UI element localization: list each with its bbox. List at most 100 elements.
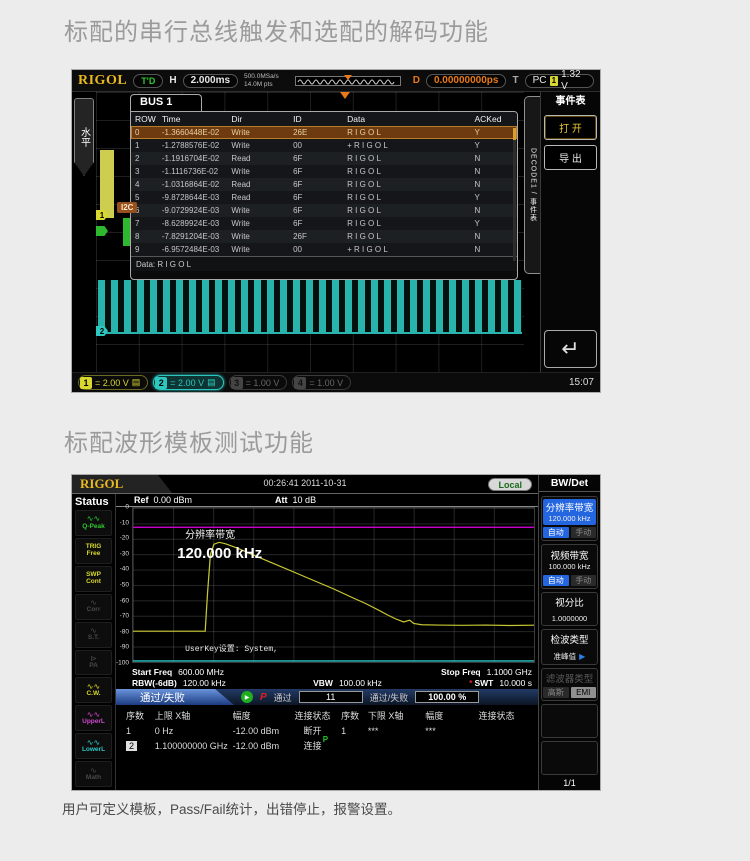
delay-label: D [413, 75, 420, 86]
sa-topbar: RIGOL 00:26:41 2011-10-31 Local [72, 475, 538, 494]
table-row: 6-9.0729924E-03Write6FR I G O LN [131, 204, 517, 217]
frequency-info: Start Freq600.00 MHz Stop Freq1.1000 GHz… [116, 666, 538, 689]
timestamp: 00:26:41 2011-10-31 [264, 478, 347, 488]
spectrum-graph: Ref0.00 dBm Att10 dB 0 -10 -20 -30 -40 -… [116, 494, 538, 666]
channel-3-status[interactable]: 3 = 1.00 V [229, 375, 288, 390]
status-lower-limit: ∿∿LowerL [75, 733, 112, 759]
table-row: 2-1.1916704E-02Read6FR I G O LN [131, 152, 517, 165]
vr-ratio-button[interactable]: 视分比 1.0000000 [541, 592, 598, 626]
event-table-footer: Data: R I G O L [131, 256, 517, 271]
section-heading-template-test: 标配波形模板测试功能 [64, 423, 314, 458]
userkey-message: UserKey设置: System, [185, 643, 278, 654]
osc-statusbar: RIGOL T'D H 2.000ms 500.0MSa/s 14.0M pts… [72, 70, 600, 92]
softmenu-title: BW/Det [539, 475, 600, 492]
event-table-overlay: BUS 1 ROW Time Dir ID Data ACKed 0-1.366… [130, 94, 518, 280]
rbw-auto-toggle[interactable]: 自动 [543, 527, 569, 538]
rbw-button[interactable]: 分辨率带宽 120.000 kHz 自动 手动 [541, 496, 598, 541]
ref-att-row: Ref0.00 dBm Att10 dB [116, 494, 538, 507]
table-row: 3-1.1116736E-02Write6FR I G O LN [131, 165, 517, 178]
event-table: ROW Time Dir ID Data ACKed 0-1.3660448E-… [130, 111, 518, 280]
status-swp-cont: SWPCont [75, 566, 112, 592]
memory-trigger-marker-icon [344, 75, 352, 84]
play-icon[interactable]: ▶ [241, 691, 253, 703]
detector-type-button[interactable]: 检波类型 准峰值▶ [541, 629, 598, 665]
pass-label: 通过 [274, 691, 292, 704]
memory-position-bar[interactable] [295, 76, 401, 86]
passfail-bar: 通过/失败 ▶ P 通过 11 通过/失败 100.00 % [116, 689, 538, 705]
table-row: 7-8.6289924E-03Write6FR I G O LY [131, 217, 517, 230]
table-row: 1-1.2788576E-02Write00+ R I G O LY [131, 139, 517, 152]
table-row: 9-6.9572484E-03Write00+ R I G O LN [131, 243, 517, 256]
trigger-status-badge: T'D [133, 74, 163, 88]
channel-2-status[interactable]: 2 = 2.00 V ▤ [153, 375, 223, 390]
local-badge[interactable]: Local [488, 478, 532, 491]
table-row: 5-9.8728644E-03Read6FR I G O LY [131, 191, 517, 204]
trigger-label: T [512, 75, 518, 86]
decode-marker-icon[interactable] [96, 226, 108, 236]
limits-table-header: 序数 上限 X轴 幅度 连接状态 序数 下限 X轴 幅度 连接状态 [126, 708, 536, 723]
status-st: ∿S.T. [75, 622, 112, 648]
status-pa: ⊳PA [75, 650, 112, 676]
decode-menu-tab[interactable]: DECODE1 / 事件表 [524, 96, 540, 274]
filter-type-button: 滤波器类型 高斯 EMI [541, 668, 598, 701]
pass-ratio: 100.00 % [415, 691, 479, 703]
trigger-channel-badge: 1 [550, 76, 559, 86]
channel-4-status[interactable]: 4 = 1.00 V [292, 375, 351, 390]
pass-marker: P [323, 735, 328, 744]
pause-flag: P [260, 692, 267, 703]
rbw-overlay-title: 分辨率带宽 [185, 526, 235, 541]
spectrum-analyzer-screenshot: RIGOL 00:26:41 2011-10-31 Local Status ∿… [72, 475, 600, 790]
trigger-info-badge[interactable]: PC 1 1.32 V [525, 74, 594, 88]
acquisition-info: 500.0MSa/s 14.0M pts [244, 73, 279, 87]
clock: 15:07 [569, 377, 594, 388]
open-button[interactable]: 打 开 [544, 115, 597, 140]
page-indicator: 1/1 [541, 778, 598, 788]
left-tab-strip: 水平 [72, 92, 96, 372]
rbw-manual-toggle[interactable]: 手动 [571, 527, 597, 538]
softmenu-title: 事件表 [544, 94, 597, 110]
bwdet-softmenu: BW/Det 分辨率带宽 120.000 kHz 自动 手动 视频带宽 100.… [538, 475, 600, 790]
limits-row: 1 0 Hz -12.00 dBm 断开 1 *** *** [126, 723, 536, 738]
passfail-title-tab: 通过/失败 [116, 689, 234, 705]
bw-limit-icon: ▤ [207, 377, 216, 388]
table-row: 8-7.8291204E-03Write26FR I G O LN [131, 230, 517, 243]
chevron-right-icon: ▶ [579, 652, 585, 661]
bus-protocol-chip: I2C [117, 202, 137, 213]
horizontal-menu-tab[interactable]: 水平 [74, 98, 94, 176]
filter-emi-toggle: EMI [571, 687, 597, 698]
plot-area: 分辨率带宽 120.000 kHz UserKey设置: System, [132, 507, 535, 663]
trigger-position-icon[interactable] [340, 92, 350, 104]
channel-1-status[interactable]: 1 = 2.00 V ▤ [78, 375, 148, 390]
decode-softmenu: 事件表 打 开 导 出 ↵ [540, 92, 600, 372]
ch2-clock-waveform [98, 280, 522, 334]
rbw-overlay-value: 120.000 kHz [177, 545, 262, 562]
event-table-header: ROW Time Dir ID Data ACKed [131, 112, 517, 126]
scrollbar-thumb[interactable] [513, 128, 516, 140]
section-heading-serial-bus: 标配的串行总线触发和选配的解码功能 [64, 12, 489, 47]
table-row: 0-1.3660448E-02Write26ER I G O LY [131, 126, 517, 139]
waveform-display: I2C 1 2 BUS 1 ROW Time Dir ID Data [96, 92, 524, 372]
empty-softkey [541, 704, 598, 738]
status-math: ∿Math [75, 761, 112, 787]
empty-softkey [541, 741, 598, 775]
limits-row-selected[interactable]: 2 1.100000000 GHz -12.00 dBm 连接 [126, 738, 536, 753]
swt-marker-icon: * [469, 678, 472, 688]
oscilloscope-screenshot: RIGOL T'D H 2.000ms 500.0MSa/s 14.0M pts… [72, 70, 600, 392]
bus1-tab[interactable]: BUS 1 [130, 94, 202, 111]
bw-limit-icon: ▤ [132, 377, 141, 388]
table-scrollbar[interactable] [513, 128, 516, 261]
vbw-button[interactable]: 视频带宽 100.000 kHz 自动 手动 [541, 544, 598, 589]
osc-channel-bar: 1 = 2.00 V ▤ 2 = 2.00 V ▤ 3 = 1.00 V 4 =… [72, 372, 600, 392]
vbw-auto-toggle[interactable]: 自动 [543, 575, 569, 586]
enter-button[interactable]: ↵ [544, 330, 597, 368]
export-button[interactable]: 导 出 [544, 145, 597, 170]
vbw-manual-toggle[interactable]: 手动 [571, 575, 597, 586]
delay-badge[interactable]: 0.00000000ps [426, 74, 507, 88]
enter-icon: ↵ [561, 336, 579, 362]
horizontal-label: H [169, 75, 176, 86]
filter-gauss-toggle: 高斯 [543, 687, 569, 698]
rigol-logo: RIGOL [78, 73, 127, 89]
pass-count: 11 [299, 691, 363, 703]
status-panel-title: Status [72, 495, 115, 509]
timebase-badge[interactable]: 2.000ms [183, 74, 238, 88]
